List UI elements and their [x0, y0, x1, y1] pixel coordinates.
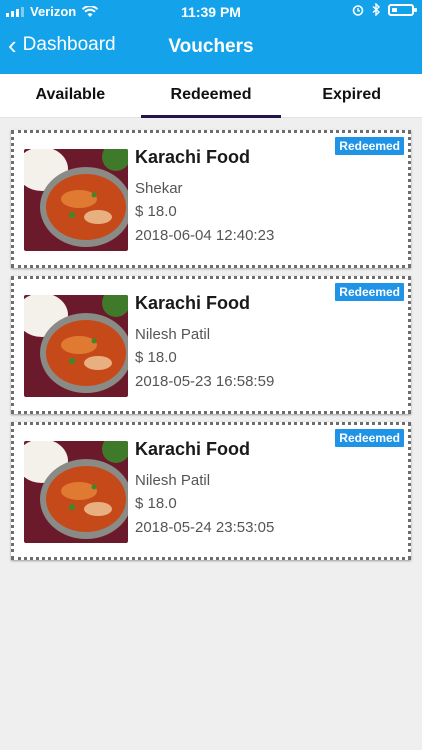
- voucher-tabs: Available Redeemed Expired: [0, 74, 422, 118]
- customer-name: Shekar: [135, 180, 183, 197]
- top-header: Verizon 11:39 PM ‹ Dashboard Vouchers: [0, 0, 422, 74]
- restaurant-name: Karachi Food: [135, 439, 251, 459]
- tab-available[interactable]: Available: [0, 74, 141, 117]
- restaurant-name: Karachi Food: [135, 147, 251, 167]
- voucher-price: $ 18.0: [135, 349, 177, 366]
- redeemed-datetime: 2018-05-23 16:58:59: [135, 373, 275, 390]
- navigation-bar: ‹ Dashboard Vouchers: [0, 24, 422, 74]
- food-image: [24, 295, 128, 397]
- voucher-price: $ 18.0: [135, 495, 177, 512]
- voucher-card[interactable]: Karachi Food Nilesh Patil $ 18.0 2018-05…: [11, 422, 411, 560]
- voucher-card[interactable]: Karachi Food Shekar $ 18.0 2018-06-04 12…: [11, 130, 411, 268]
- bluetooth-icon: [372, 3, 380, 16]
- page-title: Vouchers: [168, 36, 254, 57]
- food-image: [24, 441, 128, 543]
- status-badge: Redeemed: [335, 283, 404, 301]
- tab-expired[interactable]: Expired: [281, 74, 422, 117]
- tab-redeemed[interactable]: Redeemed: [140, 74, 282, 118]
- status-right: [352, 3, 417, 16]
- status-badge: Redeemed: [335, 137, 404, 155]
- status-badge: Redeemed: [335, 429, 404, 447]
- status-bar: Verizon 11:39 PM: [0, 0, 422, 24]
- redeemed-datetime: 2018-05-24 23:53:05: [135, 519, 275, 536]
- alarm-icon: [352, 4, 364, 16]
- customer-name: Nilesh Patil: [135, 326, 211, 343]
- customer-name: Nilesh Patil: [135, 472, 211, 489]
- voucher-price: $ 18.0: [135, 203, 177, 220]
- voucher-card[interactable]: Karachi Food Nilesh Patil $ 18.0 2018-05…: [11, 276, 411, 414]
- redeemed-datetime: 2018-06-04 12:40:23: [135, 227, 275, 244]
- food-image: [24, 149, 128, 251]
- restaurant-name: Karachi Food: [135, 293, 251, 313]
- battery-icon: [388, 3, 417, 16]
